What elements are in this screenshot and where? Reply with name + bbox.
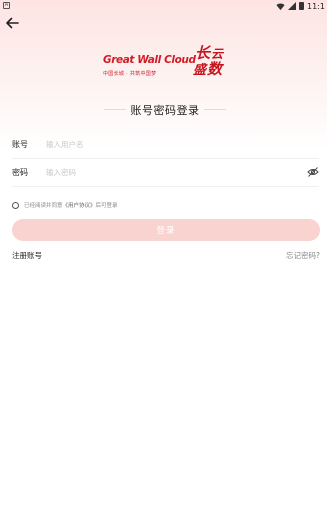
agreement-checkbox[interactable] xyxy=(12,201,19,209)
account-field: 账号 xyxy=(12,131,319,159)
account-input[interactable] xyxy=(46,136,286,152)
status-time: 11:1 xyxy=(307,1,325,11)
password-input[interactable] xyxy=(46,164,286,180)
eye-off-icon[interactable] xyxy=(307,166,319,178)
logo-callig-char: 数 xyxy=(207,60,223,78)
password-field: 密码 xyxy=(12,159,319,187)
title-row: 账号密码登录 xyxy=(104,101,226,117)
login-screen: A 11:1 Great Wall Cloud 中国长城 · 共筑中国梦 长 云… xyxy=(0,0,327,531)
register-link[interactable]: 注册账号 xyxy=(12,250,42,261)
user-agreement-link[interactable]: 《用户协议》 xyxy=(63,201,96,209)
status-bar: A 11:1 xyxy=(0,0,327,12)
account-label: 账号 xyxy=(12,140,28,149)
logo-slogan: 中国长城 · 共筑中国梦 xyxy=(103,71,157,77)
agreement-suffix: 后可登录 xyxy=(95,203,118,209)
forgot-password-link[interactable]: 忘记密码? xyxy=(286,250,320,261)
battery-icon xyxy=(299,2,305,10)
logo-calligraphy: 长 云 数 盛 xyxy=(193,46,231,84)
status-icons: 11:1 xyxy=(276,1,325,11)
logo-callig-char: 长 xyxy=(195,44,211,62)
logo-brand-text: Great Wall Cloud xyxy=(103,54,196,66)
app-notification-icon: A xyxy=(3,2,10,9)
brand-logo: Great Wall Cloud 中国长城 · 共筑中国梦 长 云 数 盛 xyxy=(103,46,231,84)
logo-callig-char: 盛 xyxy=(193,63,207,78)
wifi-icon xyxy=(276,3,285,10)
page-title: 账号密码登录 xyxy=(130,104,200,117)
agreement-prefix: 已经阅读并同意 xyxy=(24,203,63,209)
arrow-left-icon[interactable] xyxy=(4,15,20,31)
signal-icon xyxy=(288,2,297,10)
agreement-row: 已经阅读并同意 《用户协议》 后可登录 xyxy=(12,200,118,210)
password-label: 密码 xyxy=(12,168,28,177)
login-button[interactable]: 登录 xyxy=(12,219,320,241)
title-divider-right xyxy=(204,109,226,110)
